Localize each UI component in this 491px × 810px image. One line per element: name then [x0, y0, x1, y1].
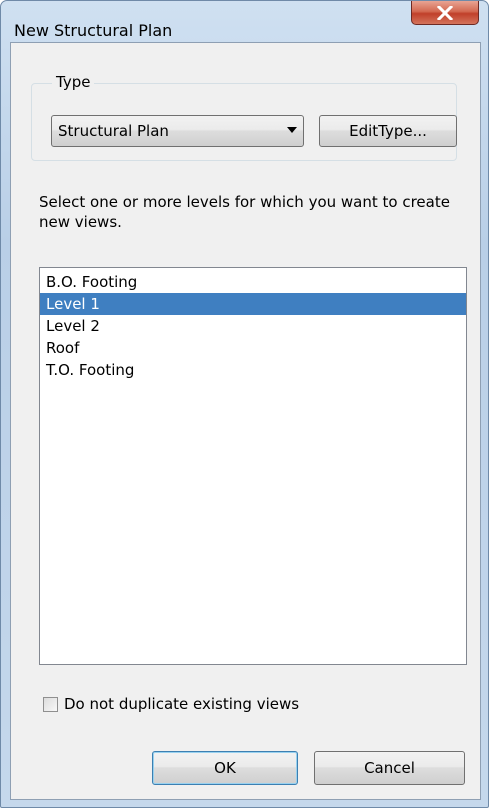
type-dropdown[interactable]: Structural Plan: [51, 115, 304, 147]
do-not-duplicate-checkbox[interactable]: [43, 696, 58, 712]
list-item-roof[interactable]: Roof: [40, 337, 466, 359]
close-icon: [437, 5, 453, 20]
instructions-text: Select one or more levels for which you …: [39, 193, 450, 231]
type-dropdown-value: Structural Plan: [58, 122, 169, 140]
list-item-level-1[interactable]: Level 1: [40, 293, 466, 315]
dialog-title: New Structural Plan: [14, 21, 173, 40]
chevron-down-icon: [287, 127, 297, 133]
do-not-duplicate-label[interactable]: Do not duplicate existing views: [64, 695, 299, 713]
ok-button[interactable]: OK: [152, 751, 298, 785]
do-not-duplicate-option[interactable]: Do not duplicate existing views: [43, 694, 299, 714]
type-group-label: Type: [52, 74, 95, 91]
cancel-button[interactable]: Cancel: [314, 751, 465, 785]
list-item-level-2[interactable]: Level 2: [40, 315, 466, 337]
edit-type-button[interactable]: EditType...: [319, 115, 457, 147]
levels-listbox[interactable]: B.O. Footing Level 1 Level 2 Roof T.O. F…: [39, 267, 467, 665]
close-button[interactable]: [411, 1, 479, 25]
list-item-to-footing[interactable]: T.O. Footing: [40, 359, 466, 381]
title-bar[interactable]: New Structural Plan: [1, 1, 488, 39]
list-item-bo-footing[interactable]: B.O. Footing: [40, 271, 466, 293]
